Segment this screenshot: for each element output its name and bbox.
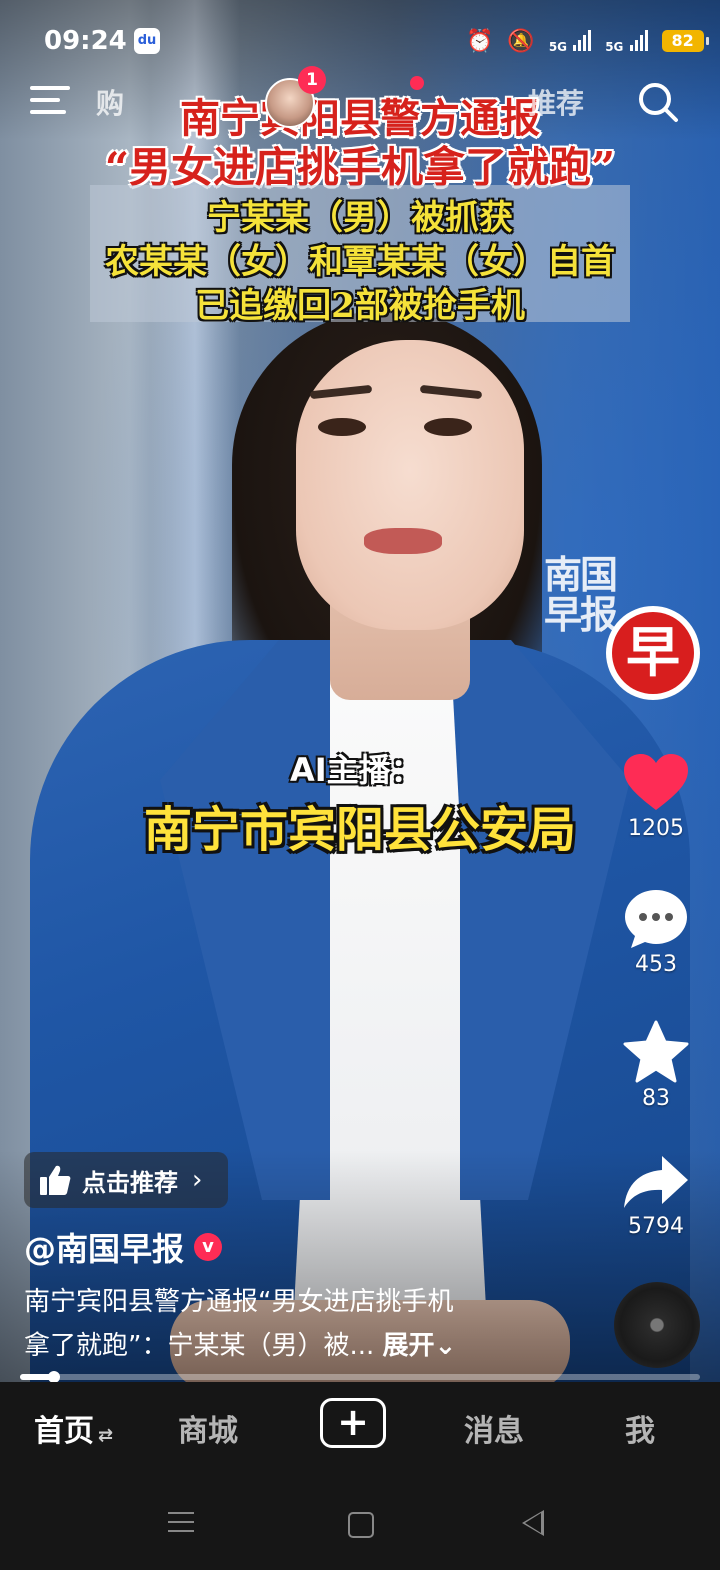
recommend-button[interactable]: 点击推荐 ›	[24, 1152, 228, 1208]
like-button[interactable]: 1205	[614, 752, 698, 841]
caption-line: 拿了就跑”：宁某某（男）被... 展开⌄	[24, 1331, 457, 1361]
anchor-face	[296, 340, 524, 630]
ai-anchor-label: AI主播：	[290, 751, 423, 789]
like-count: 1205	[628, 816, 684, 841]
tab-shopping[interactable]: 购	[96, 82, 124, 122]
video-subtitle: 南宁市宾阳县公安局	[143, 802, 576, 858]
menu-icon[interactable]	[30, 86, 70, 116]
video-caption[interactable]: 南宁宾阳县警方通报“男女进店挑手机 拿了就跑”：宁某某（男）被... 展开⌄	[24, 1280, 604, 1368]
chevron-right-icon: ›	[192, 1165, 203, 1195]
comment-count: 453	[635, 952, 677, 977]
share-count: 5794	[628, 1214, 684, 1239]
signal-bars-icon	[629, 29, 648, 51]
status-icons: ⏰ 🔕 5G 5G 82	[466, 26, 709, 56]
author-name[interactable]: @南国早报 v	[24, 1224, 223, 1270]
share-button[interactable]: 5794	[614, 1152, 698, 1239]
create-post-button[interactable]: +	[320, 1398, 386, 1448]
caption-line: 南宁宾阳县警方通报“男女进店挑手机	[24, 1287, 454, 1317]
watermark-logo: 早	[606, 606, 700, 700]
battery-indicator: 82	[661, 30, 709, 52]
info-line: 已追缴回2部被抢手机	[195, 286, 525, 326]
thumbs-up-icon	[40, 1165, 71, 1195]
tab-mall[interactable]: 商城	[178, 1406, 238, 1450]
alarm-icon: ⏰	[466, 28, 494, 54]
music-disc-icon[interactable]	[614, 1282, 700, 1368]
back-icon[interactable]	[522, 1510, 544, 1536]
baidu-icon: du	[134, 28, 160, 54]
mute-bell-icon: 🔕	[507, 28, 535, 54]
search-icon[interactable]	[636, 80, 680, 124]
info-line: 宁某某（男）被抓获	[207, 198, 513, 238]
status-bar: 09:24 du ⏰ 🔕 5G 5G 82	[0, 18, 720, 64]
notification-badge: 1	[298, 66, 326, 94]
chevron-down-icon: ⌄	[434, 1331, 457, 1361]
share-arrow-icon	[624, 1156, 688, 1208]
anchor-mouth	[364, 528, 442, 554]
home-icon[interactable]	[348, 1512, 374, 1538]
signal-bars-icon	[573, 29, 592, 51]
system-nav-bar	[0, 1474, 720, 1570]
heart-icon	[624, 754, 688, 810]
signal-5g-2: 5G	[605, 29, 648, 54]
tab-messages[interactable]: 消息	[464, 1406, 524, 1450]
verified-icon: v	[194, 1233, 223, 1261]
info-line: 农某某（女）和覃某某（女）自首	[105, 242, 615, 282]
tab-recommend[interactable]: 推荐	[528, 82, 584, 122]
comment-button[interactable]: 453	[614, 888, 698, 977]
video-progress-bar[interactable]	[20, 1371, 700, 1383]
notification-dot	[410, 76, 424, 90]
favorite-button[interactable]: 83	[614, 1020, 698, 1111]
author-handle[interactable]: @南国早报	[24, 1224, 184, 1270]
star-icon	[623, 1020, 689, 1083]
comment-icon	[625, 890, 687, 948]
status-time: 09:24	[44, 26, 127, 56]
signal-5g-1: 5G	[549, 29, 592, 54]
tab-me[interactable]: 我	[625, 1406, 655, 1450]
recent-apps-icon[interactable]	[168, 1512, 194, 1539]
watermark-logo-char: 早	[612, 612, 694, 694]
anchor-eye	[424, 418, 472, 436]
favorite-count: 83	[642, 1086, 670, 1111]
tab-home[interactable]: 首页 ⇄	[34, 1406, 113, 1450]
bottom-tab-bar: 首页 ⇄ 商城 + 消息 我	[0, 1382, 720, 1474]
expand-caption-button[interactable]: 展开⌄	[383, 1331, 457, 1361]
swap-icon: ⇄	[98, 1425, 114, 1446]
top-nav: 购 1 推荐	[0, 66, 720, 132]
recommend-label: 点击推荐	[82, 1168, 178, 1197]
anchor-eye	[318, 418, 366, 436]
